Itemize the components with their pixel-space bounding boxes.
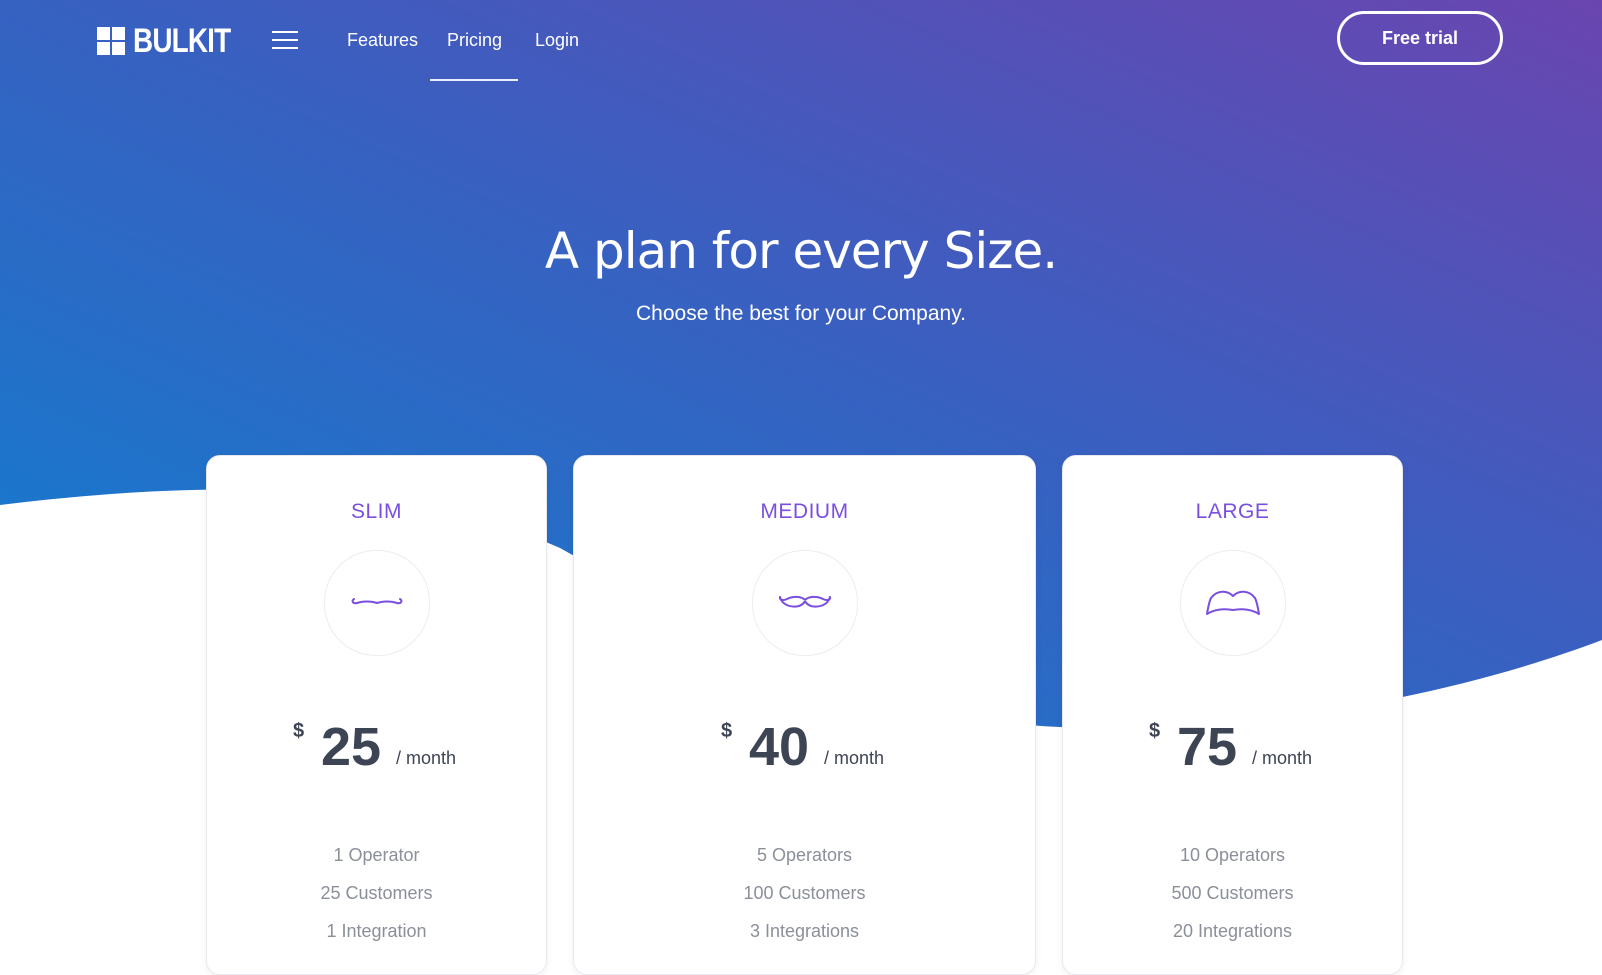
brand-name: BULKIT: [133, 22, 231, 60]
price-amount: 40: [749, 717, 810, 777]
plan-price: $ 25 / month: [207, 714, 546, 784]
logo-grid-icon: [97, 27, 125, 55]
plan-price: $ 75 / month: [1063, 714, 1402, 784]
curly-mustache-icon: [751, 550, 858, 656]
big-mustache-icon: [1179, 550, 1286, 656]
thin-mustache-icon: [323, 550, 430, 656]
feature-item: 500 Customers: [1171, 883, 1294, 903]
price-currency: $: [1149, 720, 1161, 742]
nav-link-login[interactable]: Login: [535, 28, 579, 52]
feature-item: 1 Integration: [326, 921, 427, 941]
active-nav-indicator: [430, 79, 518, 81]
plan-name: MEDIUM: [760, 500, 849, 523]
price-period: / month: [396, 748, 457, 768]
nav-link-features[interactable]: Features: [347, 28, 418, 52]
hamburger-menu-icon[interactable]: [272, 31, 298, 51]
feature-item: 25 Customers: [320, 883, 433, 903]
feature-item: 5 Operators: [756, 845, 853, 865]
price-currency: $: [721, 720, 733, 742]
pricing-card-large[interactable]: LARGE $ 75 / month 10 Operators 500 Cust…: [1062, 455, 1403, 975]
feature-item: 3 Integrations: [749, 921, 860, 941]
plan-features: 10 Operators 500 Customers 20 Integratio…: [1063, 843, 1402, 957]
pricing-card-medium[interactable]: MEDIUM $ 40 / month 5 Operators 100 Cust…: [573, 455, 1036, 975]
plan-features: 1 Operator 25 Customers 1 Integration: [207, 843, 546, 957]
price-currency: $: [293, 720, 305, 742]
price-amount: 25: [321, 717, 382, 777]
price-period: / month: [1252, 748, 1313, 768]
free-trial-button[interactable]: Free trial: [1337, 11, 1503, 65]
plan-name: SLIM: [350, 500, 402, 523]
price-amount: 75: [1177, 717, 1238, 777]
pricing-card-slim[interactable]: SLIM $ 25 / month 1 Operator 25 Customer…: [206, 455, 547, 975]
hero-title: A plan for every Size.: [544, 222, 1058, 280]
feature-item: 100 Customers: [743, 883, 866, 903]
plan-price: $ 40 / month: [574, 714, 1035, 784]
hero-subtitle: Choose the best for your Company.: [636, 302, 966, 325]
feature-item: 20 Integrations: [1172, 921, 1293, 941]
brand-logo[interactable]: BULKIT: [97, 24, 252, 58]
nav-link-pricing[interactable]: Pricing: [447, 28, 502, 52]
price-period: / month: [824, 748, 885, 768]
plan-name: LARGE: [1195, 500, 1270, 523]
plan-features: 5 Operators 100 Customers 3 Integrations: [574, 843, 1035, 957]
feature-item: 1 Operator: [333, 845, 420, 865]
feature-item: 10 Operators: [1179, 845, 1286, 865]
top-navbar: BULKIT Features Pricing Login Free trial: [0, 0, 1602, 82]
